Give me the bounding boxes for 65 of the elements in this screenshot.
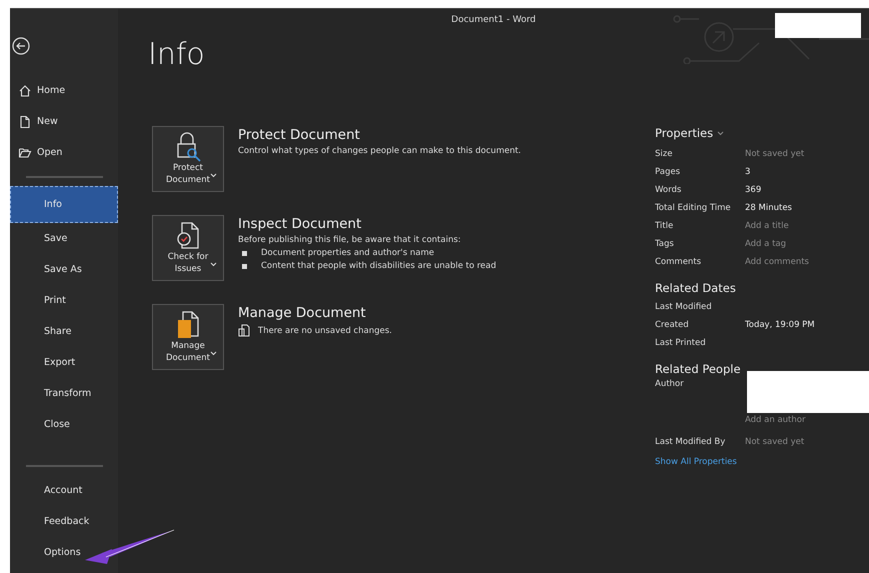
property-value[interactable]: Add a title	[745, 221, 789, 231]
sidebar-item[interactable]: Save	[10, 223, 118, 254]
folder-icon	[18, 146, 32, 160]
bullet-icon	[242, 250, 247, 256]
add-author-link[interactable]: Add an author	[745, 415, 806, 425]
property-value[interactable]: Not saved yet	[745, 149, 804, 159]
property-label: Last Modified By	[655, 437, 726, 447]
caret-icon	[717, 130, 724, 136]
section-title: Protect Document	[238, 127, 361, 143]
sidebar-item[interactable]: Save As	[10, 254, 118, 285]
sidebar-item[interactable]: Close	[10, 409, 118, 440]
bullet-text: Content that people with disabilities are unable to read	[261, 261, 496, 271]
document-icon	[18, 114, 32, 128]
property-label: Last Modified	[655, 302, 713, 312]
property-label: Comments	[655, 257, 702, 267]
property-value: Today, 19:09 PM	[745, 320, 815, 330]
property-label: Title	[655, 221, 674, 231]
property-value[interactable]: Add comments	[745, 257, 809, 267]
property-label: Total Editing Time	[655, 203, 732, 213]
property-label: Size	[655, 149, 674, 159]
sidebar-item[interactable]: Home	[10, 75, 118, 106]
bullet-text: Document properties and author's name	[261, 248, 434, 258]
bullet-icon	[242, 264, 247, 268]
sidebar-item[interactable]: Options	[10, 537, 118, 568]
sidebar-item[interactable]: Account	[10, 475, 118, 506]
dropdown-button[interactable]: Manage Document	[152, 304, 224, 370]
back-button[interactable]	[12, 37, 32, 57]
sidebar-item[interactable]: Info	[10, 186, 118, 223]
caret-icon	[210, 262, 217, 267]
section-heading: Related Dates	[655, 281, 737, 295]
property-value[interactable]: Add a tag	[745, 239, 786, 249]
sidebar-item[interactable]: Share	[10, 316, 118, 347]
property-value: 369	[745, 185, 762, 195]
property-label: Last Printed	[655, 338, 707, 348]
back-icon	[12, 37, 30, 55]
property-value: Not saved yet	[745, 437, 804, 447]
sidebar-item[interactable]: Transform	[10, 378, 118, 409]
property-label: Words	[655, 185, 682, 195]
section-description: Control what types of changes people can make to this document.	[238, 146, 521, 156]
property-label: Tags	[655, 239, 675, 249]
section-title: Inspect Document	[238, 216, 362, 232]
section-description: Before publishing this file, be aware that it contains:	[238, 235, 462, 245]
caret-icon	[210, 351, 217, 356]
show-all-link[interactable]: Show All Properties	[655, 457, 869, 467]
caret-icon	[210, 173, 217, 178]
sidebar-item[interactable]: Feedback	[10, 506, 118, 537]
sidebar-item[interactable]: Print	[10, 285, 118, 316]
property-label: Pages	[655, 167, 682, 177]
dropdown-button[interactable]: Check for Issues	[152, 215, 224, 281]
window-title: Document1 - Word	[451, 15, 536, 27]
sidebar-item[interactable]: Export	[10, 347, 118, 378]
property-label: Created	[655, 320, 690, 330]
property-value: 3	[745, 167, 750, 177]
sidebar-item[interactable]: New	[10, 106, 118, 137]
properties-heading: Properties	[655, 126, 714, 140]
section-title: Manage Document	[238, 305, 367, 321]
home-icon	[18, 84, 32, 98]
property-value: 28 Minutes	[745, 203, 792, 213]
sidebar-item[interactable]: Open	[10, 137, 118, 168]
page-title: Info	[148, 37, 206, 72]
documents-icon	[238, 324, 250, 337]
status-text: There are no unsaved changes.	[258, 326, 392, 336]
property-label: Author	[655, 379, 685, 389]
dropdown-button[interactable]: Protect Document	[152, 126, 224, 192]
section-heading: Related People	[655, 362, 742, 376]
